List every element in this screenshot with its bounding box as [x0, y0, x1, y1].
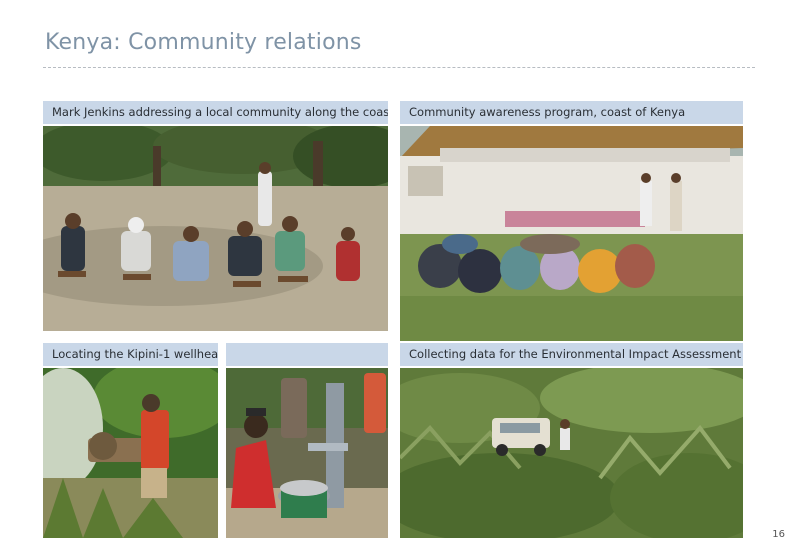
caption-awareness-program: Community awareness program, coast of Ke… — [400, 101, 743, 124]
caption-eia-data: Collecting data for the Environmental Im… — [400, 343, 743, 366]
slide-title: Kenya: Community relations — [45, 30, 362, 55]
title-divider — [43, 67, 755, 68]
caption-community-meeting: Mark Jenkins addressing a local communit… — [43, 101, 388, 124]
caption-kipini-wellhead: Locating the Kipini-1 wellhead — [43, 343, 218, 366]
photo-kipini-wellhead — [43, 368, 218, 538]
caption-water-pump — [226, 343, 388, 366]
photo-awareness-program — [400, 126, 743, 341]
page-number: 16 — [772, 529, 785, 540]
photo-eia-data — [400, 368, 743, 538]
photo-community-meeting — [43, 126, 388, 331]
photo-water-pump — [226, 368, 388, 538]
